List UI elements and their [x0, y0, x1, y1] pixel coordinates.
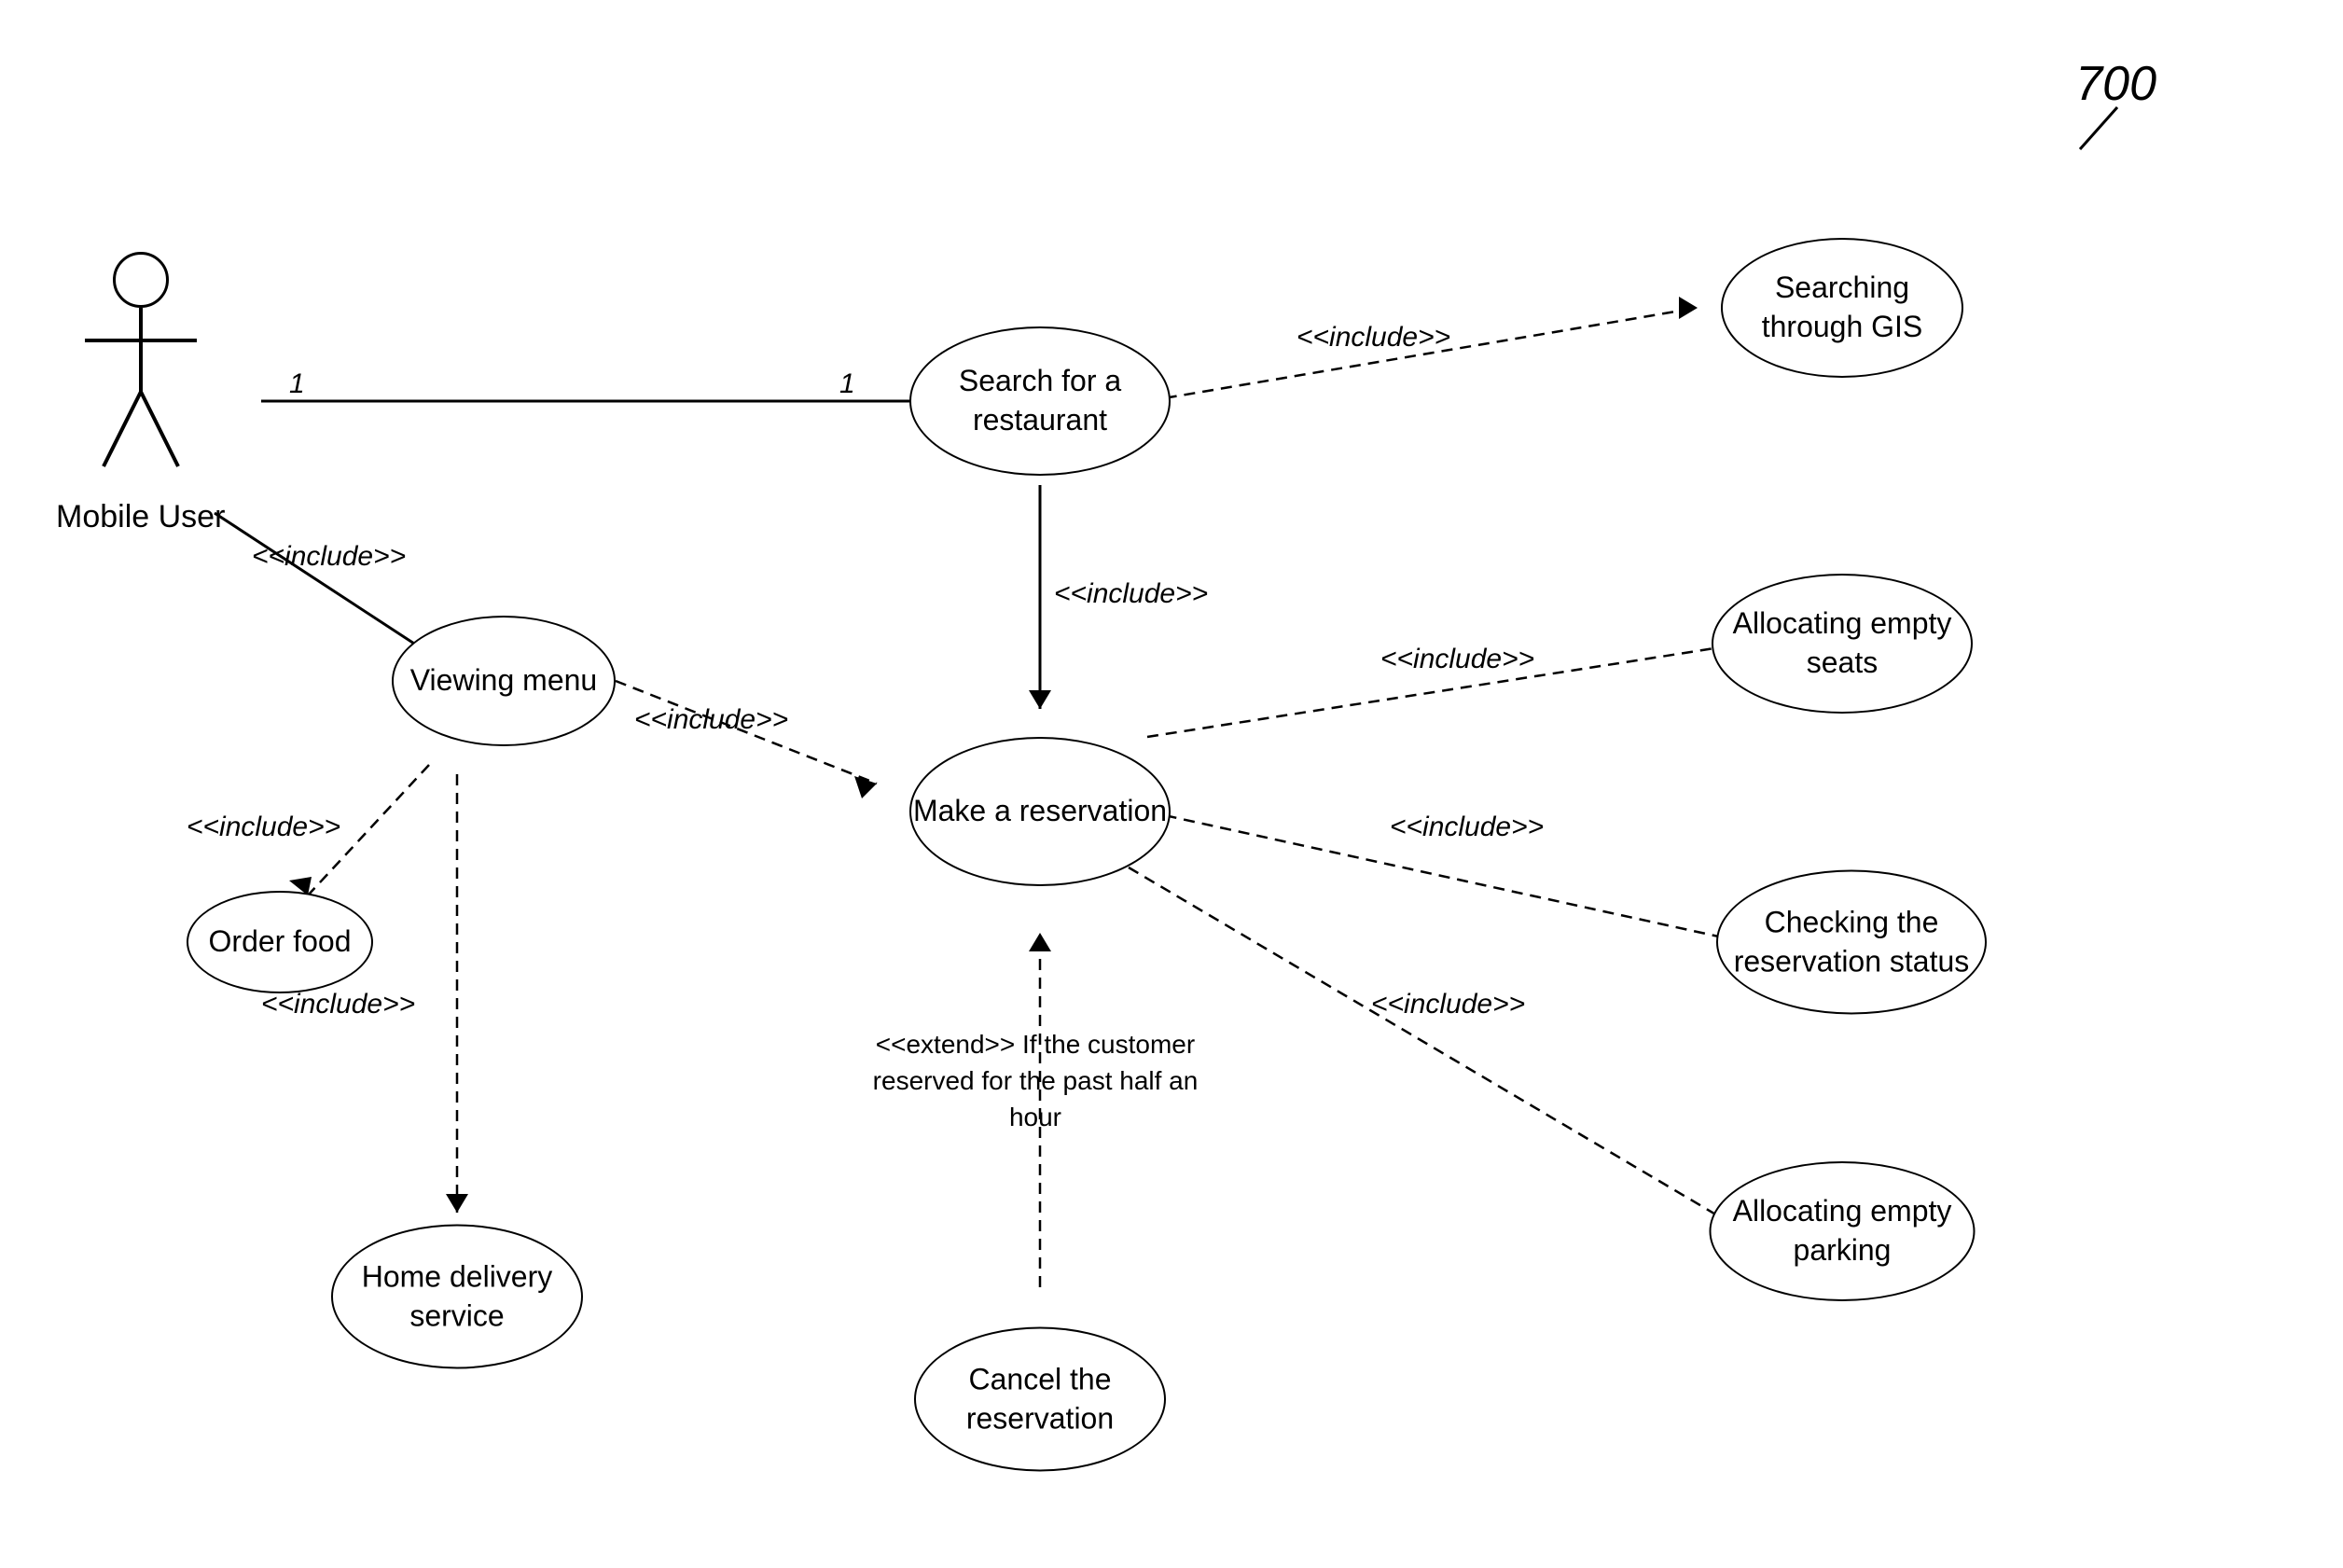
usecase-order-food: Order food	[187, 891, 373, 993]
include-viewing-order: <<include>>	[187, 812, 340, 843]
include-viewing-home: <<include>>	[261, 989, 415, 1020]
include-make-seats: <<include>>	[1380, 644, 1534, 675]
actor-body-svg	[76, 308, 206, 476]
figure-number: 700	[2075, 56, 2156, 112]
usecase-allocating-seats: Allocating empty seats	[1712, 574, 1973, 714]
usecase-viewing-menu: Viewing menu	[392, 616, 616, 746]
include-search-make: <<include>>	[1054, 578, 1208, 610]
usecase-allocating-parking: Allocating empty parking	[1710, 1161, 1976, 1301]
actor-label: Mobile User	[56, 499, 225, 535]
include-make-parking: <<include>>	[1371, 989, 1525, 1020]
usecase-search-restaurant: Search for a restaurant	[909, 326, 1171, 476]
include-viewing-make: <<include>>	[634, 704, 788, 736]
include-actor-viewing: <<include>>	[252, 541, 406, 573]
multiplicity-actor: 1	[289, 368, 305, 400]
include-make-checking: <<include>>	[1390, 812, 1544, 843]
include-search-gis: <<include>>	[1296, 322, 1450, 354]
usecase-cancel-reservation: Cancel the reservation	[914, 1327, 1166, 1472]
usecase-checking-status: Checking the reservation status	[1716, 870, 1987, 1015]
multiplicity-uc: 1	[839, 368, 855, 400]
usecase-home-delivery: Home delivery service	[331, 1225, 583, 1369]
actor-head	[113, 252, 169, 308]
diagram: 700	[0, 0, 2343, 1568]
usecase-searching-gis: Searching through GIS	[1721, 238, 1963, 378]
extend-label-cancel: <<extend>> If the customer reserved for …	[858, 1026, 1213, 1136]
usecase-make-reservation: Make a reservation	[909, 737, 1171, 886]
actor-mobile-user: Mobile User	[56, 252, 225, 535]
